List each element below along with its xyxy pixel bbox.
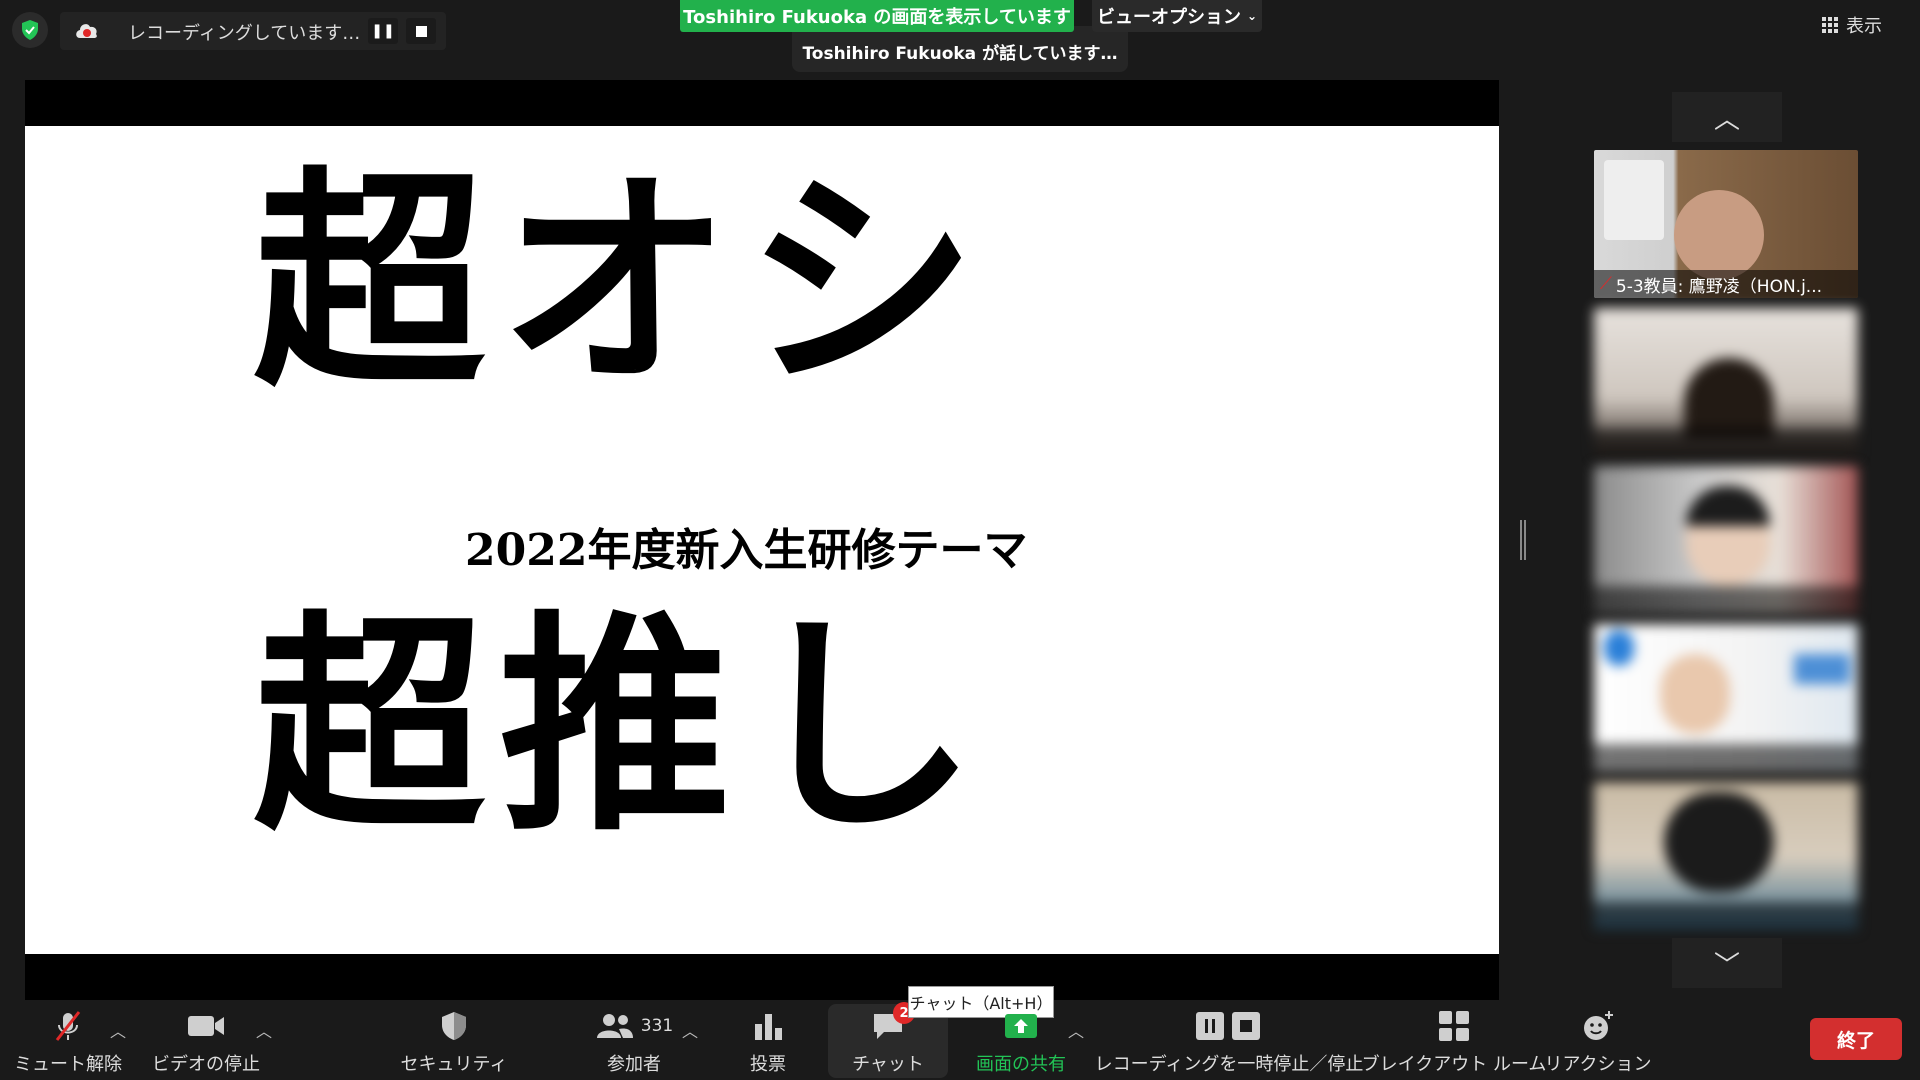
video-tile[interactable] bbox=[1594, 624, 1858, 772]
recording-controls-button[interactable]: レコーディングを一時停止／停止 bbox=[1095, 1004, 1363, 1076]
poll-button[interactable]: 投票 bbox=[728, 1004, 808, 1076]
view-options-label: ビューオプション bbox=[1096, 7, 1241, 28]
unmute-label: ミュート解除 bbox=[14, 1054, 122, 1075]
reactions-label: リアクション bbox=[1544, 1054, 1652, 1075]
share-screen-label: 画面の共有 bbox=[976, 1054, 1066, 1075]
participant-name bbox=[1594, 428, 1858, 456]
stop-video-button[interactable]: ビデオの停止 bbox=[152, 1004, 260, 1076]
breakout-rooms-icon bbox=[1438, 1008, 1470, 1044]
audio-options-caret[interactable]: ︿ bbox=[110, 1018, 126, 1042]
slide-headline-1: 超オシ bbox=[253, 145, 992, 418]
participant-face bbox=[1660, 654, 1730, 734]
pause-recording-button[interactable]: ❚❚ bbox=[368, 18, 398, 44]
slide-subtitle: 2022年度新入生研修テーマ bbox=[465, 525, 1028, 576]
emoji-plus-icon bbox=[1581, 1008, 1615, 1044]
share-options-caret[interactable]: ︿ bbox=[1068, 1018, 1084, 1042]
presentation-slide: 超オシ 2022年度新入生研修テーマ 超推し bbox=[25, 126, 1499, 954]
poll-label: 投票 bbox=[750, 1054, 786, 1075]
gallery-down-button[interactable]: ﹀ bbox=[1672, 938, 1782, 988]
video-tile[interactable] bbox=[1594, 308, 1858, 456]
bar-chart-icon bbox=[753, 1008, 783, 1044]
recording-status-text: レコーディングしています… bbox=[128, 23, 361, 44]
slide-headline-2: 超推し bbox=[253, 589, 992, 862]
video-camera-icon bbox=[187, 1008, 225, 1044]
unmute-button[interactable]: ミュート解除 bbox=[14, 1004, 122, 1076]
participant-hair bbox=[1686, 486, 1770, 526]
participant-name: ⟋ 5-3教員: 鷹野凌（HON.j... bbox=[1594, 270, 1858, 298]
participant-name-text: 5-3教員: 鷹野凌（HON.j... bbox=[1615, 276, 1823, 297]
panel-resize-handle[interactable] bbox=[1520, 520, 1526, 560]
security-button[interactable]: セキュリティ bbox=[401, 1004, 507, 1076]
stop-icon bbox=[415, 25, 427, 37]
view-layout-button[interactable]: 表示 bbox=[1822, 10, 1912, 40]
participant-name bbox=[1594, 902, 1858, 930]
shared-screen: 超オシ 2022年度新入生研修テーマ 超推し bbox=[25, 80, 1499, 1000]
mic-muted-icon bbox=[51, 1008, 85, 1044]
video-tile[interactable]: ⟋ 5-3教員: 鷹野凌（HON.j... bbox=[1594, 150, 1858, 298]
video-tile[interactable] bbox=[1594, 466, 1858, 614]
participants-button[interactable]: 331 参加者 bbox=[574, 1004, 694, 1076]
share-screen-button[interactable]: 画面の共有 bbox=[966, 1004, 1076, 1076]
security-label: セキュリティ bbox=[400, 1054, 508, 1075]
screen-share-banner: Toshihiro Fukuoka の画面を表示しています bbox=[680, 0, 1074, 32]
security-status-icon[interactable] bbox=[12, 12, 48, 48]
tshirt-image bbox=[1604, 160, 1664, 240]
chat-label: チャット bbox=[852, 1054, 924, 1075]
share-screen-icon bbox=[1003, 1008, 1039, 1044]
reactions-button[interactable]: リアクション bbox=[1544, 1004, 1652, 1076]
participant-count: 331 bbox=[640, 1016, 674, 1036]
cloud-recording-icon bbox=[74, 20, 98, 42]
stop-recording-button[interactable] bbox=[406, 18, 436, 44]
grid-icon bbox=[1822, 17, 1838, 33]
mic-muted-icon: ⟋ bbox=[1600, 274, 1612, 294]
view-layout-label: 表示 bbox=[1846, 16, 1882, 37]
recording-controls-label: レコーディングを一時停止／停止 bbox=[1094, 1054, 1364, 1075]
chevron-down-icon: ⌄ bbox=[1246, 9, 1258, 23]
recording-controls-icon bbox=[1194, 1008, 1264, 1044]
participants-label: 参加者 bbox=[607, 1054, 661, 1075]
participants-options-caret[interactable]: ︿ bbox=[682, 1018, 698, 1042]
pause-icon: ❚❚ bbox=[371, 23, 395, 39]
chat-bubble-icon: 2 bbox=[871, 1002, 915, 1044]
shield-icon bbox=[439, 1008, 469, 1044]
poster-image bbox=[1794, 654, 1850, 684]
view-options-button[interactable]: ビューオプション ⌄ bbox=[1092, 0, 1262, 32]
breakout-rooms-button[interactable]: ブレイクアウト ルーム bbox=[1362, 1004, 1546, 1076]
video-options-caret[interactable]: ︿ bbox=[256, 1018, 272, 1042]
recording-indicator: レコーディングしています… ❚❚ bbox=[60, 12, 446, 50]
end-meeting-button[interactable]: 終了 bbox=[1810, 1018, 1902, 1060]
active-speaker-label: Toshihiro Fukuoka が話しています… bbox=[792, 26, 1128, 72]
participant-face bbox=[1674, 190, 1764, 280]
gallery-up-button[interactable]: ︿ bbox=[1672, 92, 1782, 142]
balloon-image bbox=[1604, 630, 1634, 666]
stop-video-label: ビデオの停止 bbox=[152, 1054, 260, 1075]
chevron-down-icon: ﹀ bbox=[1713, 950, 1740, 981]
participants-icon bbox=[596, 1014, 633, 1038]
video-tile[interactable] bbox=[1594, 782, 1858, 930]
participant-face bbox=[1664, 792, 1774, 892]
participant-face bbox=[1684, 358, 1774, 438]
chevron-up-icon: ︿ bbox=[1713, 104, 1740, 135]
participant-name bbox=[1594, 744, 1858, 772]
participants-icon-wrap: 331 bbox=[595, 1008, 673, 1044]
breakout-rooms-label: ブレイクアウト ルーム bbox=[1361, 1054, 1547, 1075]
participant-name bbox=[1594, 586, 1858, 614]
